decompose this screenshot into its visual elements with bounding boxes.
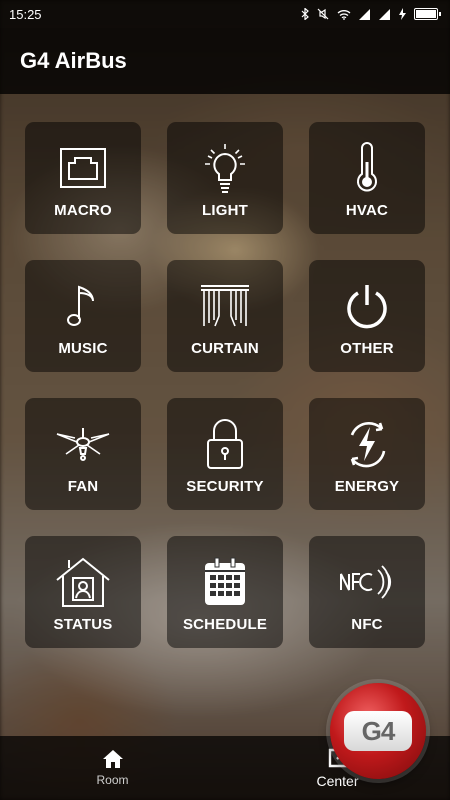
- tile-schedule[interactable]: SCHEDULE: [167, 536, 283, 648]
- tile-label: SCHEDULE: [182, 616, 268, 633]
- status-time: 15:25: [9, 6, 42, 22]
- app-title: G4 AirBus: [20, 48, 127, 73]
- tile-label: MACRO: [54, 202, 112, 219]
- tile-label: MUSIC: [58, 340, 108, 357]
- tile-nfc[interactable]: NFC: [309, 536, 425, 648]
- home-user-icon: [55, 554, 111, 610]
- status-icons: [301, 8, 441, 20]
- home-icon: [102, 750, 123, 768]
- wifi-icon: [337, 9, 351, 20]
- calendar-icon: [203, 554, 247, 610]
- tile-macro[interactable]: MACRO: [25, 122, 141, 234]
- nav-room-label: Room: [96, 773, 129, 787]
- signal-icon: [379, 8, 390, 20]
- curtain-icon: [199, 278, 251, 334]
- bluetooth-icon: [301, 8, 309, 20]
- network-port-icon: [59, 140, 107, 196]
- tile-label: SECURITY: [186, 478, 264, 495]
- tile-security[interactable]: SECURITY: [167, 398, 283, 510]
- tile-label: CURTAIN: [191, 340, 259, 357]
- nfc-icon: [338, 554, 396, 610]
- g4-floating-button[interactable]: G4: [330, 683, 426, 779]
- g4-logo: G4: [344, 711, 412, 751]
- tile-hvac[interactable]: HVAC: [309, 122, 425, 234]
- app-bar: G4 AirBus: [0, 28, 450, 94]
- tile-label: ENERGY: [334, 478, 400, 495]
- function-grid: MACRO LIGHT HVAC MUSIC CURTAIN OTHER FAN…: [25, 122, 425, 648]
- padlock-icon: [205, 416, 245, 472]
- tile-label: OTHER: [340, 340, 394, 357]
- battery-icon: [414, 8, 441, 20]
- charging-icon: [399, 8, 406, 20]
- tile-label: LIGHT: [202, 202, 248, 219]
- tile-music[interactable]: MUSIC: [25, 260, 141, 372]
- light-bulb-icon: [203, 140, 247, 196]
- nav-center-label: Center: [316, 773, 359, 789]
- thermometer-icon: [355, 140, 379, 196]
- music-note-icon: [65, 278, 101, 334]
- mute-icon: [317, 8, 329, 20]
- tile-status[interactable]: STATUS: [25, 536, 141, 648]
- ceiling-fan-icon: [54, 416, 112, 472]
- tile-light[interactable]: LIGHT: [167, 122, 283, 234]
- power-icon: [343, 278, 391, 334]
- energy-bolt-icon: [340, 416, 394, 472]
- tile-label: STATUS: [53, 616, 113, 633]
- status-bar: 15:25: [0, 0, 450, 28]
- tile-fan[interactable]: FAN: [25, 398, 141, 510]
- tile-label: HVAC: [345, 202, 389, 219]
- signal-icon: [359, 8, 370, 20]
- tile-label: NFC: [351, 616, 383, 633]
- tile-energy[interactable]: ENERGY: [309, 398, 425, 510]
- tile-other[interactable]: OTHER: [309, 260, 425, 372]
- tile-label: FAN: [67, 478, 99, 495]
- tile-curtain[interactable]: CURTAIN: [167, 260, 283, 372]
- nav-room[interactable]: Room: [0, 736, 225, 800]
